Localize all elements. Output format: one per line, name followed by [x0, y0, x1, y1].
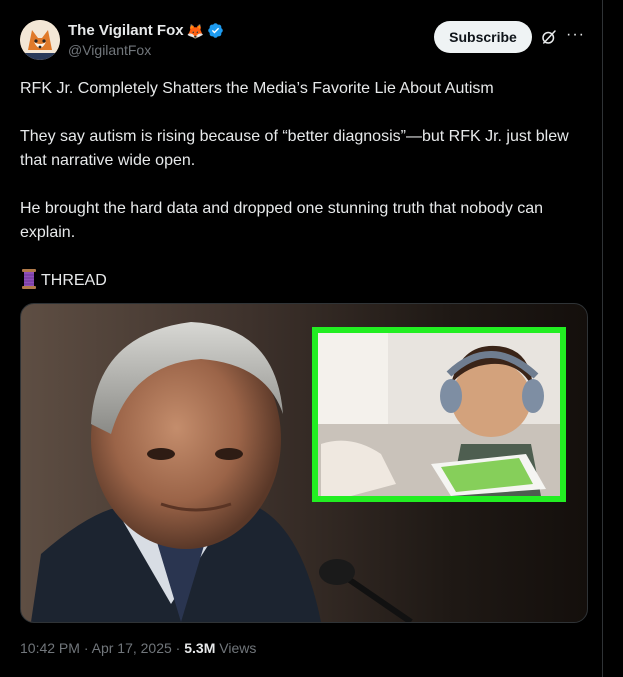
avatar[interactable] — [20, 20, 60, 60]
grok-icon[interactable] — [540, 28, 558, 46]
fox-emoji: 🦊 — [186, 22, 205, 39]
more-icon[interactable]: ··· — [566, 25, 584, 45]
fox-avatar-icon — [20, 20, 60, 60]
display-name-row[interactable]: The Vigilant Fox 🦊 — [68, 22, 224, 39]
timestamp-date[interactable]: Apr 17, 2025 — [92, 640, 172, 656]
tweet-paragraph-1: RFK Jr. Completely Shatters the Media’s … — [20, 80, 494, 97]
column-border — [602, 0, 603, 677]
thread-label: THREAD — [41, 272, 107, 289]
thread-line: THREAD — [20, 269, 580, 293]
tweet-meta: 10:42 PM · Apr 17, 2025 · 5.3M Views — [20, 640, 256, 656]
photo-image — [31, 322, 566, 622]
views-label: Views — [215, 640, 257, 656]
tweet-text: RFK Jr. Completely Shatters the Media’s … — [20, 77, 580, 293]
timestamp-time[interactable]: 10:42 PM — [20, 640, 80, 656]
spool-of-thread-icon — [22, 269, 36, 289]
subscribe-button[interactable]: Subscribe — [434, 21, 532, 53]
tweet-paragraph-3: He brought the hard data and dropped one… — [20, 200, 544, 241]
meta-separator-2: · — [171, 640, 185, 656]
handle[interactable]: @VigilantFox — [68, 42, 224, 58]
views-count[interactable]: 5.3M — [184, 640, 215, 656]
author-block: The Vigilant Fox 🦊 @VigilantFox — [68, 22, 224, 58]
tweet-paragraph-2: They say autism is rising because of “be… — [20, 128, 569, 169]
tweet-header: The Vigilant Fox 🦊 @VigilantFox Subscrib… — [20, 20, 586, 60]
meta-separator: · — [79, 640, 92, 656]
display-name[interactable]: The Vigilant Fox — [68, 22, 184, 39]
verified-badge-icon — [208, 23, 223, 38]
tweet[interactable]: The Vigilant Fox 🦊 @VigilantFox Subscrib… — [20, 0, 588, 677]
tweet-media[interactable] — [20, 303, 588, 623]
